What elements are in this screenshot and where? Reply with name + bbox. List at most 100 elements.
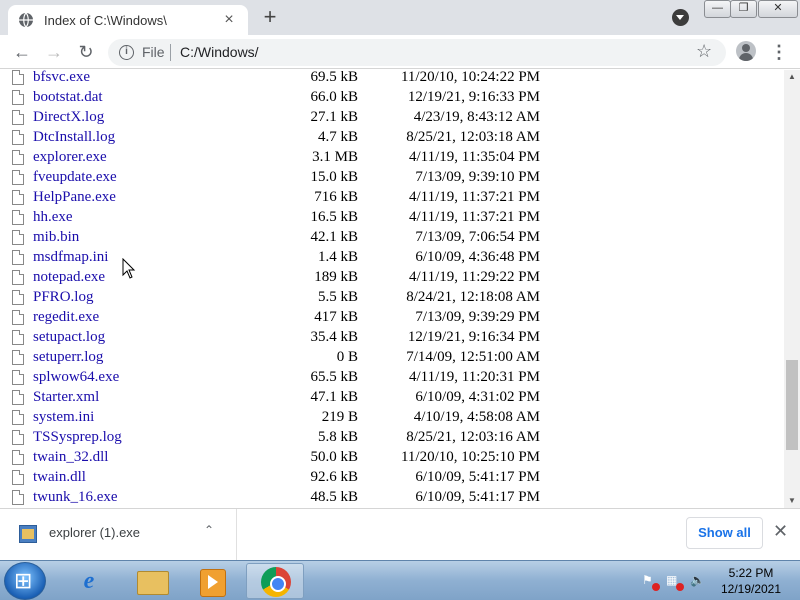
file-size: 5.8 kB <box>317 429 358 445</box>
minimize-button[interactable]: — <box>704 0 731 18</box>
vertical-scrollbar[interactable]: ▲ ▼ <box>784 70 800 508</box>
file-date: 8/25/21, 12:03:18 AM <box>406 129 540 145</box>
file-link[interactable]: HelpPane.exe <box>33 189 116 206</box>
page-content: bfsvc.exe 69.5 kB 11/20/10, 10:24:22 PM boo… <box>0 70 784 508</box>
file-icon <box>12 270 24 285</box>
close-window-button[interactable]: ✕ <box>758 0 798 18</box>
file-link[interactable]: notepad.exe <box>33 269 105 286</box>
file-link[interactable]: twunk_16.exe <box>33 489 118 506</box>
file-date: 12/19/21, 9:16:34 PM <box>407 329 540 345</box>
reload-icon[interactable]: ↻ <box>74 40 98 64</box>
file-size: 27.1 kB <box>310 109 358 125</box>
network-icon[interactable]: ▦ <box>666 573 684 591</box>
file-date: 6/10/09, 4:31:02 PM <box>415 389 540 405</box>
bookmark-star-icon[interactable]: ☆ <box>696 41 712 62</box>
show-all-button[interactable]: Show all <box>686 517 763 549</box>
start-button[interactable] <box>4 562 46 600</box>
clock-time: 5:22 PM <box>728 566 774 580</box>
file-link[interactable]: msdfmap.ini <box>33 249 108 266</box>
file-link[interactable]: system.ini <box>33 409 94 426</box>
file-link[interactable]: setupact.log <box>33 329 105 346</box>
file-link[interactable]: regedit.exe <box>33 309 99 326</box>
file-size: 92.6 kB <box>310 469 358 485</box>
account-icon[interactable] <box>736 41 756 61</box>
file-icon <box>12 410 24 425</box>
tab-search-icon[interactable] <box>672 9 689 26</box>
file-link[interactable]: splwow64.exe <box>33 369 119 386</box>
file-size: 47.1 kB <box>310 389 358 405</box>
url-text[interactable]: C:/Windows/ <box>180 44 259 60</box>
file-link[interactable]: PFRO.log <box>33 289 93 306</box>
file-link[interactable]: mib.bin <box>33 229 79 246</box>
info-icon[interactable]: i <box>119 45 134 60</box>
download-shelf: explorer (1).exe ⌃ Show all ✕ <box>0 508 800 560</box>
listing-row: twain.dll 92.6 kB 6/10/09, 5:41:17 PM <box>0 468 784 488</box>
scroll-thumb[interactable] <box>786 360 798 450</box>
file-size: 1.4 kB <box>317 249 358 265</box>
file-link[interactable]: TSSysprep.log <box>33 429 122 446</box>
file-link[interactable]: twain.dll <box>33 469 86 486</box>
file-icon <box>12 90 24 105</box>
address-bar[interactable]: i File C:/Windows/ ☆ <box>108 39 726 66</box>
file-link[interactable]: bfsvc.exe <box>33 70 90 86</box>
file-link[interactable]: setuperr.log <box>33 349 103 366</box>
file-icon <box>12 390 24 405</box>
file-icon <box>12 490 24 505</box>
chevron-up-icon[interactable]: ⌃ <box>204 523 214 537</box>
file-date: 6/10/09, 5:41:17 PM <box>415 489 540 505</box>
listing-row: twunk_16.exe 48.5 kB 6/10/09, 5:41:17 PM <box>0 488 784 508</box>
file-icon <box>12 250 24 265</box>
file-size: 417 kB <box>314 309 358 325</box>
file-date: 12/19/21, 9:16:33 PM <box>407 89 540 105</box>
action-center-flag-icon[interactable]: ⚑ <box>642 573 660 591</box>
tab-title: Index of C:\Windows\ <box>44 12 167 28</box>
file-size: 189 kB <box>314 269 358 285</box>
kebab-menu-icon[interactable]: ⋮ <box>770 40 788 64</box>
file-date: 4/11/19, 11:37:21 PM <box>409 189 540 205</box>
file-date: 6/10/09, 4:36:48 PM <box>415 249 540 265</box>
download-item[interactable]: explorer (1).exe ⌃ <box>0 509 237 560</box>
back-arrow-icon[interactable]: ← <box>10 40 34 64</box>
file-date: 8/24/21, 12:18:08 AM <box>406 289 540 305</box>
file-link[interactable]: DirectX.log <box>33 109 104 126</box>
file-size: 15.0 kB <box>310 169 358 185</box>
file-link[interactable]: fveupdate.exe <box>33 169 117 186</box>
scroll-down-arrow-icon[interactable]: ▼ <box>784 494 800 508</box>
file-link[interactable]: explorer.exe <box>33 149 107 166</box>
file-link[interactable]: twain_32.dll <box>33 449 108 466</box>
file-date: 4/11/19, 11:29:22 PM <box>409 269 540 285</box>
new-tab-button[interactable]: + <box>258 6 282 30</box>
listing-row: HelpPane.exe 716 kB 4/11/19, 11:37:21 PM <box>0 188 784 208</box>
internet-explorer-icon[interactable]: e <box>62 563 116 599</box>
forward-arrow-icon[interactable]: → <box>42 40 66 64</box>
close-shelf-icon[interactable]: ✕ <box>773 521 788 542</box>
file-icon <box>12 70 24 85</box>
scroll-up-arrow-icon[interactable]: ▲ <box>784 70 800 84</box>
clock-date: 12/19/2021 <box>720 582 782 596</box>
file-explorer-icon[interactable] <box>124 563 178 599</box>
chrome-taskbar-button[interactable] <box>246 563 304 599</box>
listing-row: bfsvc.exe 69.5 kB 11/20/10, 10:24:22 PM <box>0 70 784 88</box>
file-size: 65.5 kB <box>310 369 358 385</box>
tab-close-icon[interactable]: × <box>220 11 238 29</box>
volume-muted-icon[interactable]: 🔈 <box>690 573 706 589</box>
file-size: 66.0 kB <box>310 89 358 105</box>
file-link[interactable]: DtcInstall.log <box>33 129 115 146</box>
tab-index-windows[interactable]: Index of C:\Windows\ × <box>8 5 248 35</box>
file-size: 42.1 kB <box>310 229 358 245</box>
listing-row: setuperr.log 0 B 7/14/09, 12:51:00 AM <box>0 348 784 368</box>
omnibox-divider <box>170 44 171 61</box>
file-size: 4.7 kB <box>317 129 358 145</box>
listing-row: PFRO.log 5.5 kB 8/24/21, 12:18:08 AM <box>0 288 784 308</box>
media-player-icon[interactable] <box>186 563 240 599</box>
listing-row: Starter.xml 47.1 kB 6/10/09, 4:31:02 PM <box>0 388 784 408</box>
download-filename: explorer (1).exe <box>49 525 141 540</box>
file-link[interactable]: bootstat.dat <box>33 89 103 106</box>
listing-row: bootstat.dat 66.0 kB 12/19/21, 9:16:33 PM <box>0 88 784 108</box>
file-link[interactable]: hh.exe <box>33 209 73 226</box>
taskbar-clock[interactable]: 5:22 PM 12/19/2021 <box>716 565 786 597</box>
file-link[interactable]: Starter.xml <box>33 389 99 406</box>
file-date: 4/11/19, 11:35:04 PM <box>409 149 540 165</box>
listing-row: explorer.exe 3.1 MB 4/11/19, 11:35:04 PM <box>0 148 784 168</box>
maximize-button[interactable]: ❐ <box>730 0 757 18</box>
